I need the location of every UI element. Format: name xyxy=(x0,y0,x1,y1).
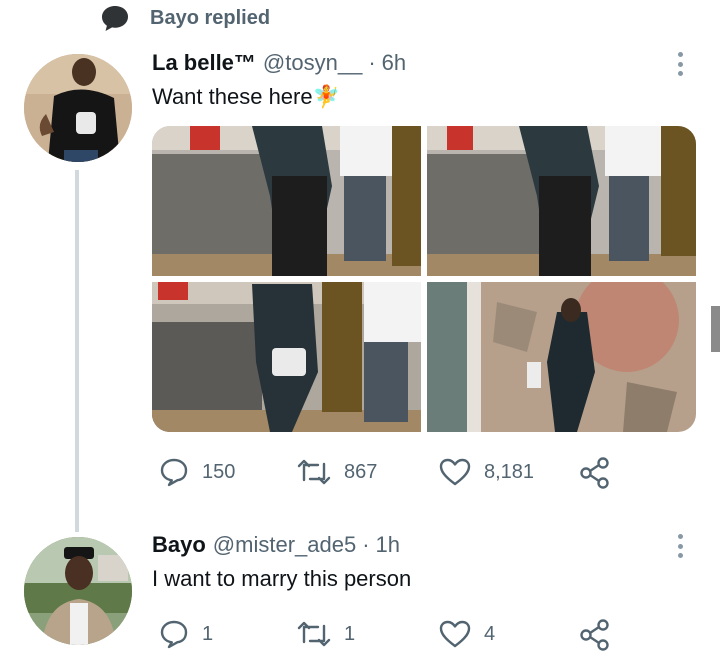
tweet-text: I want to marry this person xyxy=(152,566,412,591)
like-button[interactable]: 8,181 xyxy=(438,456,534,488)
avatar[interactable] xyxy=(24,537,132,645)
media-photo[interactable] xyxy=(152,126,421,276)
reply-count: 1 xyxy=(202,622,214,645)
media-photo[interactable] xyxy=(152,282,421,432)
user-handle[interactable]: @mister_ade5 xyxy=(213,532,356,558)
separator-dot: · xyxy=(362,532,370,557)
retweet-icon xyxy=(297,621,331,647)
media-photo[interactable] xyxy=(427,282,696,432)
reply-count: 150 xyxy=(202,460,236,483)
more-options-button[interactable] xyxy=(670,530,690,562)
reply-icon xyxy=(160,458,188,487)
photo-image xyxy=(427,126,696,276)
like-count: 4 xyxy=(484,622,496,645)
photo-image xyxy=(427,282,696,432)
tweet-header: La belle™ @tosyn__ · 6h xyxy=(152,50,406,76)
replied-banner: Bayo replied xyxy=(100,4,270,32)
heart-icon xyxy=(439,620,471,648)
more-options-button[interactable] xyxy=(670,48,690,80)
retweet-count: 867 xyxy=(344,460,378,483)
replied-banner-text: Bayo replied xyxy=(150,6,271,29)
share-button[interactable] xyxy=(578,456,612,490)
photo-image xyxy=(152,126,421,276)
photo-image xyxy=(152,282,421,432)
display-name[interactable]: Bayo xyxy=(152,532,206,558)
more-dot xyxy=(677,543,683,549)
scrollbar-thumb[interactable] xyxy=(711,306,720,352)
retweet-count: 1 xyxy=(344,622,356,645)
avatar-photo xyxy=(24,54,132,162)
media-photo[interactable] xyxy=(427,126,696,276)
more-dot xyxy=(677,52,683,57)
share-button[interactable] xyxy=(578,618,612,652)
retweet-icon xyxy=(297,459,331,485)
retweet-button[interactable]: 867 xyxy=(296,456,377,488)
share-icon xyxy=(580,619,609,651)
share-icon xyxy=(580,457,609,489)
more-dot xyxy=(677,553,683,558)
more-dot xyxy=(677,534,683,539)
retweet-button[interactable]: 1 xyxy=(296,618,355,650)
user-handle[interactable]: @tosyn__ xyxy=(263,50,362,76)
like-button[interactable]: 4 xyxy=(438,618,495,650)
reply-button[interactable]: 150 xyxy=(158,456,235,488)
reply-button[interactable]: 1 xyxy=(158,618,213,650)
speech-bubble-icon xyxy=(102,6,128,31)
separator-dot: · xyxy=(368,50,376,75)
like-count: 8,181 xyxy=(484,460,535,483)
media-grid xyxy=(152,126,696,432)
avatar[interactable] xyxy=(24,54,132,162)
heart-icon xyxy=(439,458,471,486)
reply-icon xyxy=(160,620,188,649)
more-dot xyxy=(677,61,683,67)
avatar-photo xyxy=(24,537,132,645)
timestamp[interactable]: 6h xyxy=(382,50,406,76)
tweet-text: Want these here🧚 xyxy=(152,84,340,109)
display-name[interactable]: La belle™ xyxy=(152,50,256,76)
tweet-header: Bayo @mister_ade5 · 1h xyxy=(152,532,400,558)
timestamp[interactable]: 1h xyxy=(376,532,400,558)
more-dot xyxy=(677,71,683,76)
thread-line xyxy=(75,170,79,532)
